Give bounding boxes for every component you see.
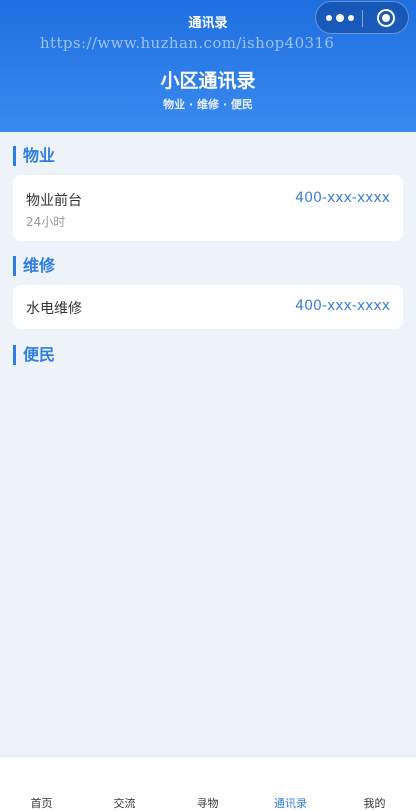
mini-program-capsule [315, 1, 409, 34]
target-circle-icon[interactable] [377, 9, 395, 27]
section-title-convenience: 便民 [13, 345, 55, 365]
contact-card-front-desk[interactable]: 物业前台 400-xxx-xxxx 24小时 [13, 175, 403, 241]
more-dots-icon[interactable] [326, 10, 354, 26]
tab-home[interactable]: 首页 [0, 795, 83, 811]
tab-lost-found[interactable]: 寻物 [166, 795, 249, 811]
tab-community[interactable]: 交流 [83, 795, 166, 811]
contact-hours: 24小时 [26, 215, 66, 229]
tab-contacts[interactable]: 通讯录 [249, 795, 332, 811]
contact-name: 水电维修 [26, 301, 82, 317]
header-banner: 通讯录 https://www.huzhan.com/ishop40316 小区… [0, 0, 416, 132]
bottom-tab-bar: 首页 交流 寻物 通讯录 我的 [0, 756, 416, 811]
capsule-divider [362, 10, 363, 27]
tab-mine[interactable]: 我的 [333, 795, 416, 811]
watermark-url: https://www.huzhan.com/ishop40316 [40, 34, 335, 52]
contact-name: 物业前台 [26, 193, 82, 209]
section-title-property: 物业 [13, 146, 55, 166]
page-title: 小区通讯录 [160, 70, 256, 92]
contact-phone[interactable]: 400-xxx-xxxx [295, 190, 390, 206]
section-title-repair: 维修 [13, 256, 55, 276]
contact-card-utility-repair[interactable]: 水电维修 400-xxx-xxxx [13, 285, 403, 329]
page-subtitle: 物业 · 维修 · 便民 [163, 98, 253, 111]
contact-phone[interactable]: 400-xxx-xxxx [295, 298, 390, 314]
